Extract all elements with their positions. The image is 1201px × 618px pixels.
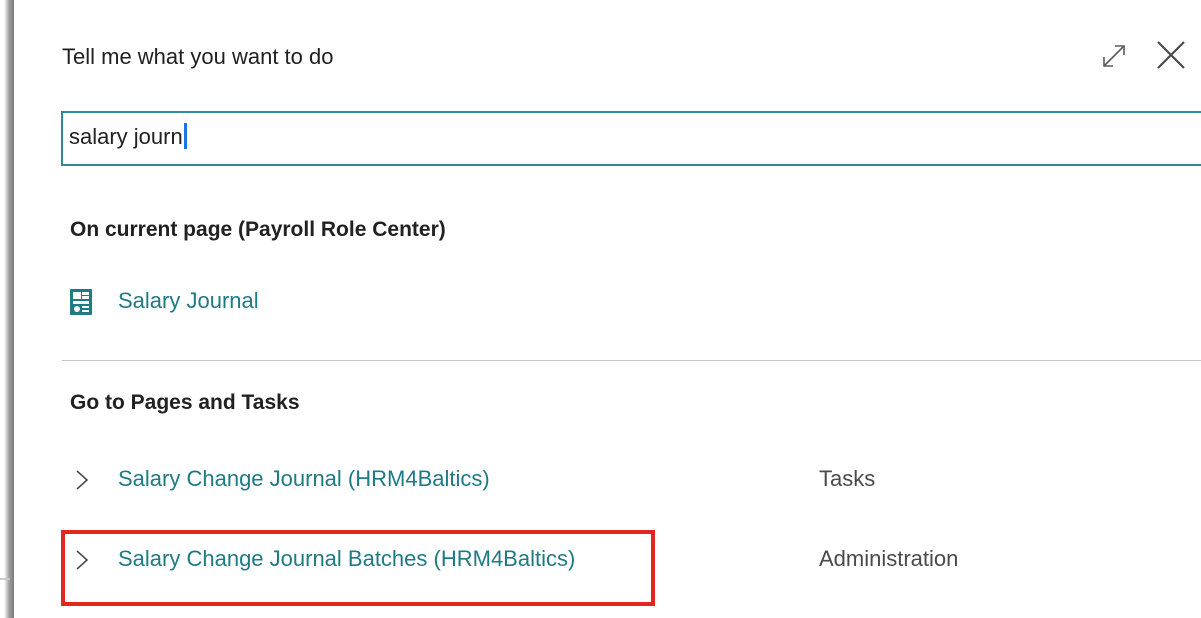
- background-divider: [0, 578, 10, 580]
- section-divider: [62, 360, 1201, 361]
- pages-tasks-heading: Go to Pages and Tasks: [70, 391, 300, 414]
- dialog-title: Tell me what you want to do: [62, 44, 334, 69]
- category-label: Administration: [819, 546, 959, 571]
- chevron-right-icon: [76, 470, 89, 490]
- close-icon: [1157, 41, 1185, 69]
- expand-icon: [1103, 45, 1125, 67]
- tell-me-dialog: Tell me what you want to do salary journ…: [14, 0, 1201, 618]
- current-page-heading: On current page (Payroll Role Center): [70, 218, 446, 241]
- salary-change-journal-link[interactable]: Salary Change Journal (HRM4Baltics): [118, 466, 490, 492]
- category-label: Tasks: [819, 466, 876, 491]
- journal-icon: [70, 289, 92, 315]
- text-caret: [183, 123, 187, 149]
- salary-journal-link[interactable]: Salary Journal: [118, 288, 259, 314]
- salary-change-journal-batches-link[interactable]: Salary Change Journal Batches (HRM4Balti…: [118, 546, 575, 572]
- search-field[interactable]: salary journ: [61, 111, 1201, 166]
- search-input-value: salary journ: [69, 124, 183, 149]
- search-input[interactable]: salary journ: [69, 123, 369, 155]
- screen: Tell me what you want to do salary journ…: [0, 0, 1201, 618]
- expand-button[interactable]: [1096, 38, 1130, 72]
- dialog-shadow: [4, 0, 14, 618]
- close-button[interactable]: [1152, 36, 1190, 74]
- chevron-right-icon: [76, 550, 89, 570]
